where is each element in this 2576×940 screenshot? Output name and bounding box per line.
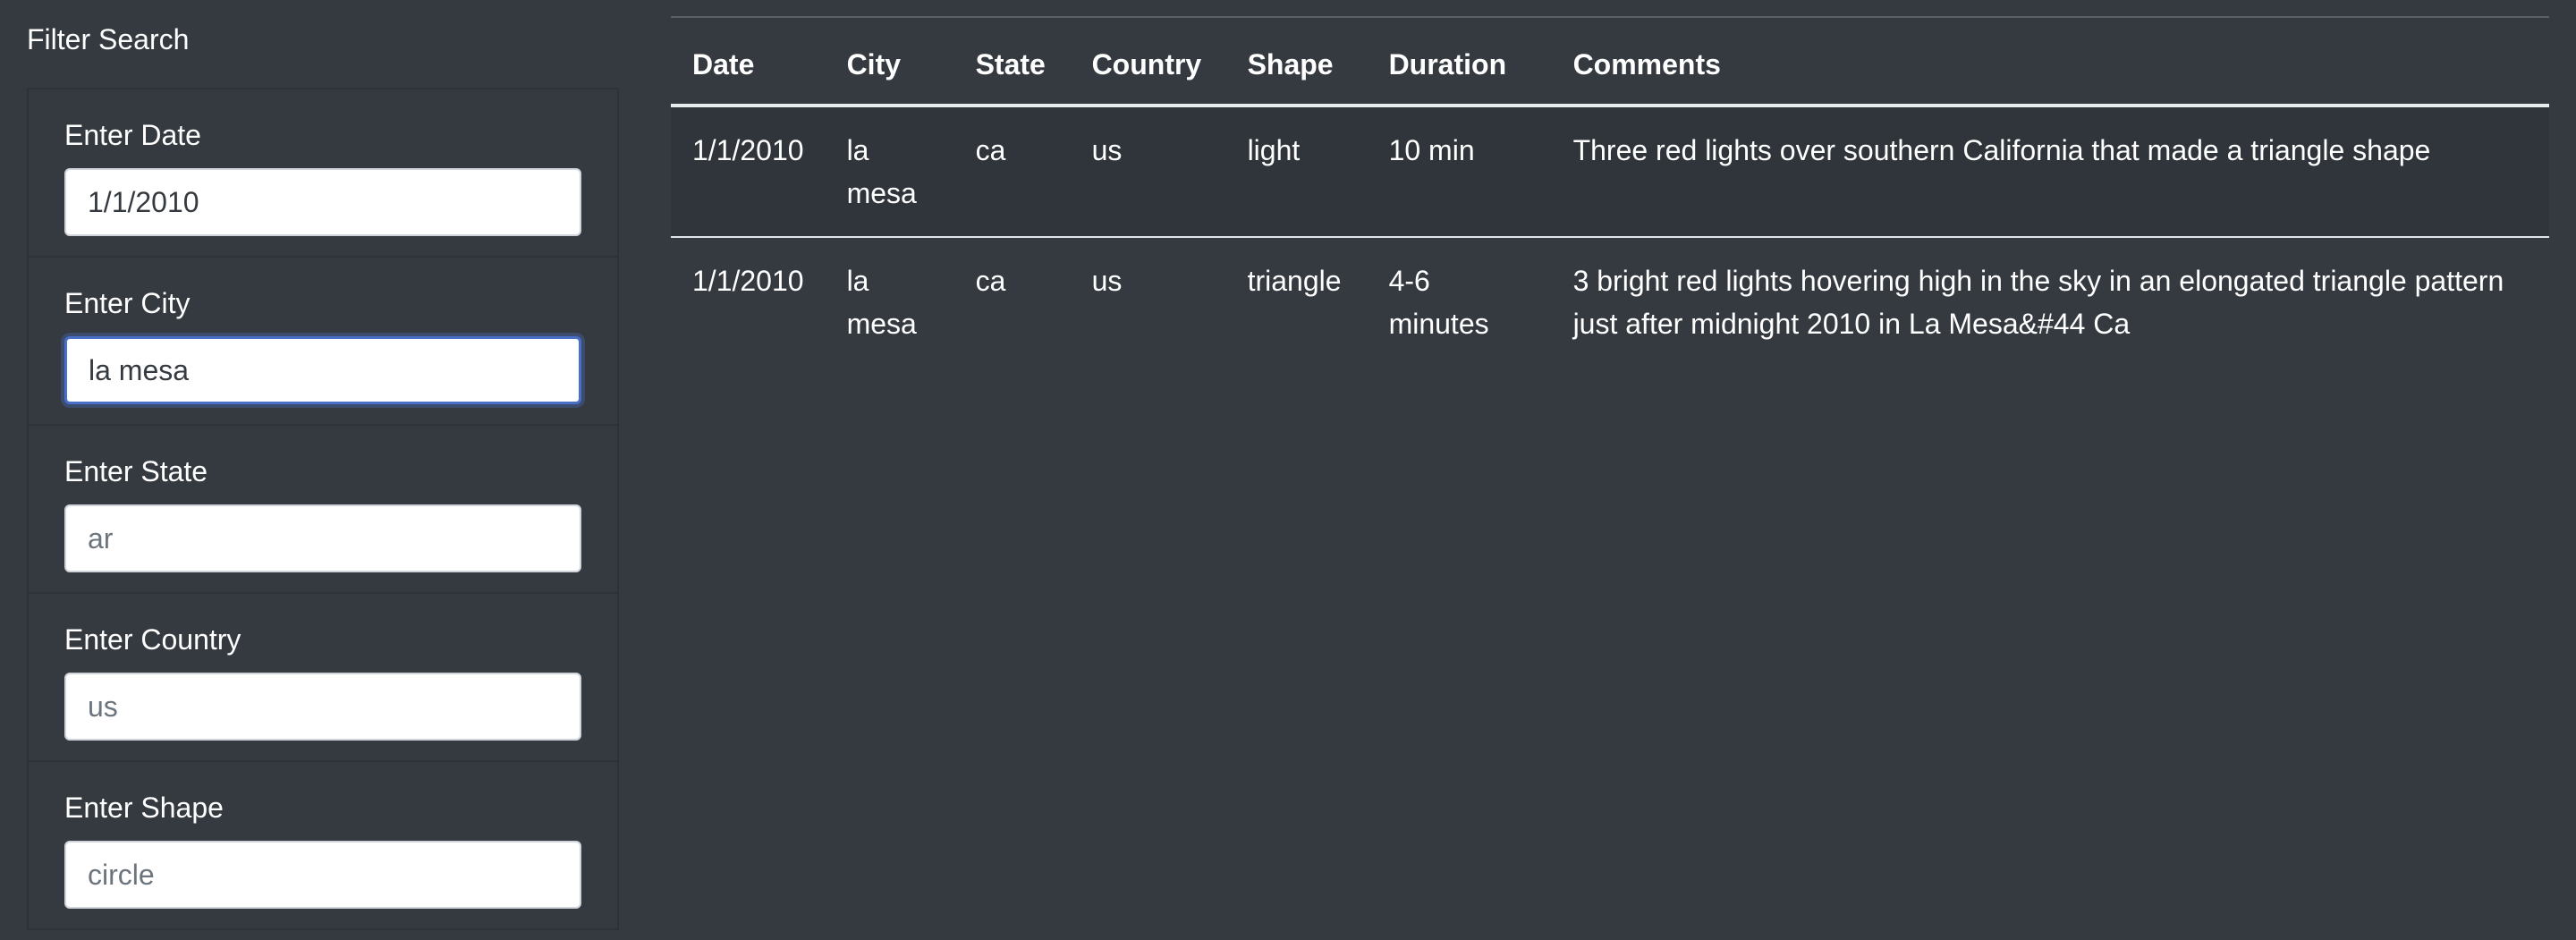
cell-comments: 3 bright red lights hovering high in the… [1572, 265, 2504, 340]
filter-item-city: Enter City [29, 258, 617, 426]
city-label: Enter City [64, 287, 191, 319]
header-comments: Comments [1572, 48, 1721, 80]
shape-input[interactable] [64, 841, 581, 909]
state-label: Enter State [64, 455, 208, 487]
ufo-table: Date City State Country Shape Duration C… [671, 16, 2549, 367]
header-date: Date [692, 48, 755, 80]
table-row: 1/1/2010 la mesa ca us light 10 min Thre… [671, 106, 2549, 237]
filter-sidebar: Filter Search Enter Date Enter City Ente… [27, 0, 619, 940]
cell-country: us [1091, 265, 1123, 297]
filter-item-shape: Enter Shape [29, 762, 617, 930]
table-header: Date City State Country Shape Duration C… [671, 17, 2549, 106]
cell-city: la mesa [846, 265, 917, 340]
cell-duration: 10 min [1388, 134, 1475, 166]
cell-city: la mesa [846, 134, 917, 209]
cell-date: 1/1/2010 [692, 265, 804, 297]
city-input[interactable] [64, 336, 581, 404]
filter-title: Filter Search [27, 23, 190, 55]
results-panel: Date City State Country Shape Duration C… [671, 16, 2549, 367]
country-label: Enter Country [64, 623, 242, 656]
header-row: Date City State Country Shape Duration C… [671, 17, 2549, 106]
table-body: 1/1/2010 la mesa ca us light 10 min Thre… [671, 106, 2549, 367]
header-duration: Duration [1388, 48, 1507, 80]
cell-state: ca [975, 134, 1006, 166]
header-shape: Shape [1247, 48, 1334, 80]
cell-comments: Three red lights over southern Californi… [1572, 134, 2431, 166]
shape-label: Enter Shape [64, 792, 224, 824]
header-city: City [846, 48, 902, 80]
filter-item-date: Enter Date [29, 89, 617, 258]
date-label: Enter Date [64, 119, 201, 151]
cell-duration: 4-6 minutes [1388, 265, 1489, 340]
cell-shape: triangle [1247, 265, 1342, 297]
country-input[interactable] [64, 673, 581, 741]
page: Filter Search Enter Date Enter City Ente… [0, 0, 2576, 940]
header-state: State [975, 48, 1046, 80]
state-input[interactable] [64, 504, 581, 572]
header-country: Country [1091, 48, 1202, 80]
filter-item-country: Enter Country [29, 594, 617, 762]
cell-state: ca [975, 265, 1006, 297]
cell-date: 1/1/2010 [692, 134, 804, 166]
table-row: 1/1/2010 la mesa ca us triangle 4-6 minu… [671, 237, 2549, 367]
filter-list: Enter Date Enter City Enter State Enter … [27, 88, 619, 930]
filter-item-state: Enter State [29, 426, 617, 594]
cell-country: us [1091, 134, 1123, 166]
cell-shape: light [1247, 134, 1301, 166]
date-input[interactable] [64, 168, 581, 236]
